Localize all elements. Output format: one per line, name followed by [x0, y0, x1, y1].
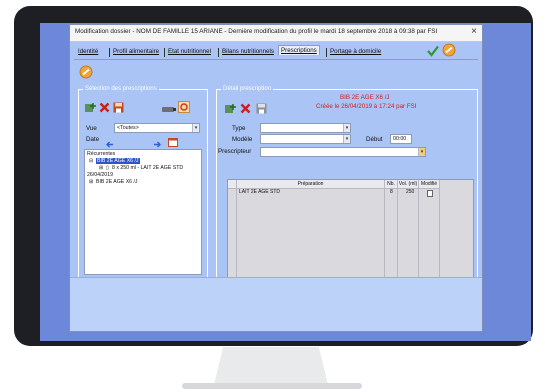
column-header-volume[interactable]: Vol. (ml): [398, 180, 419, 189]
modele-label: Modèle: [232, 136, 253, 143]
tree-expand-icon[interactable]: ⊞: [89, 179, 93, 185]
monitor-stand: [214, 347, 328, 385]
date-label: Date: [86, 136, 100, 143]
tab-separator: [164, 48, 165, 57]
add-prescription-icon[interactable]: [84, 100, 97, 118]
grid-row-header: [228, 180, 237, 189]
column-header-preparation[interactable]: Préparation: [237, 180, 385, 189]
vue-label: Vue: [86, 125, 97, 132]
panel-title: Détail prescription: [221, 86, 274, 92]
tree-item-selected[interactable]: BIB 2E AGE X6 /J: [96, 158, 140, 164]
type-select[interactable]: ▾: [260, 123, 351, 133]
modele-select[interactable]: ▾: [260, 134, 351, 144]
prescripteur-select[interactable]: ▾: [260, 147, 426, 157]
title-bar: Modification dossier - NOM DE FAMILLE 15…: [70, 25, 482, 42]
type-label: Type: [232, 125, 246, 132]
cell-volume[interactable]: 250: [406, 189, 414, 196]
bottom-area: [70, 277, 482, 331]
delete-icon[interactable]: [99, 100, 110, 118]
feeding-bottle-icon[interactable]: [161, 101, 177, 119]
cell-nb[interactable]: 8: [390, 189, 393, 196]
tab-etat-nutritionnel[interactable]: Etat nutritionnel: [168, 48, 211, 55]
tab-separator: [326, 48, 327, 57]
tree-expand-icon[interactable]: ⊞: [99, 165, 103, 171]
tree-expand-icon[interactable]: ⊟: [89, 158, 93, 164]
column-header-modifie[interactable]: Modifié: [419, 180, 440, 189]
bottle-icon: ▯: [106, 165, 109, 171]
prescription-tree[interactable]: Récurrentes ⊟ BIB 2E AGE X6 /J ⊞ ▯ 8 x 2…: [84, 149, 202, 275]
tree-item[interactable]: 8 x 250 ml - LAIT 2E AGE STD: [112, 165, 183, 171]
vue-value: <Toutes>: [117, 125, 139, 131]
tab-profil-alimentaire[interactable]: Profil alimentaire: [113, 48, 159, 55]
tab-bilans-nutritionnels[interactable]: Bilans nutritionnels: [222, 48, 274, 55]
chevron-down-icon[interactable]: ▾: [418, 148, 425, 156]
chevron-down-icon[interactable]: ▾: [343, 135, 350, 143]
debut-value: 00:00: [393, 136, 407, 142]
cancel-icon[interactable]: [442, 43, 456, 62]
column-header-nb[interactable]: Nb.: [385, 180, 398, 189]
debut-time-input[interactable]: 00:00: [390, 134, 412, 144]
tab-portage-a-domicile[interactable]: Portage à domicile: [330, 48, 381, 55]
window-title: Modification dossier - NOM DE FAMILLE 15…: [75, 28, 438, 35]
prescription-heading: BIB 2E AGE X6 /J: [340, 94, 390, 101]
vue-select[interactable]: <Toutes> ▾: [114, 123, 200, 133]
delete-icon[interactable]: [240, 101, 251, 119]
tree-group-recurrentes[interactable]: Récurrentes: [87, 151, 115, 157]
refresh-icon[interactable]: [178, 100, 190, 118]
chevron-down-icon[interactable]: ▾: [192, 124, 199, 132]
cancel-icon[interactable]: [79, 65, 93, 84]
save-icon[interactable]: [256, 101, 267, 119]
close-button[interactable]: ×: [471, 26, 477, 38]
tree-item[interactable]: BIB 2E AGE X6 /J: [96, 179, 138, 185]
prescription-created: Créée le 26/04/2019 à 17:24 par FSI: [316, 103, 417, 110]
dossier-window: Modification dossier - NOM DE FAMILLE 15…: [69, 24, 483, 332]
tree-group-date[interactable]: 26/04/2019: [87, 172, 113, 178]
tab-separator: [218, 48, 219, 57]
monitor-base: [182, 383, 362, 389]
panel-title: Sélection des prescriptions: [83, 86, 159, 92]
prescripteur-label: Prescripteur: [218, 148, 252, 155]
tab-identite[interactable]: Identité: [78, 48, 98, 55]
add-prescription-icon[interactable]: [224, 101, 237, 119]
tab-underline: [74, 59, 478, 60]
cell-preparation[interactable]: LAIT 2E AGE STD: [239, 189, 280, 196]
save-icon[interactable]: [113, 100, 124, 118]
modifie-checkbox[interactable]: [427, 190, 433, 197]
check-icon[interactable]: [427, 44, 439, 62]
tab-separator: [109, 48, 110, 57]
chevron-down-icon[interactable]: ▾: [343, 124, 350, 132]
debut-label: Début: [366, 136, 383, 143]
tab-prescriptions[interactable]: Prescriptions: [278, 45, 320, 55]
